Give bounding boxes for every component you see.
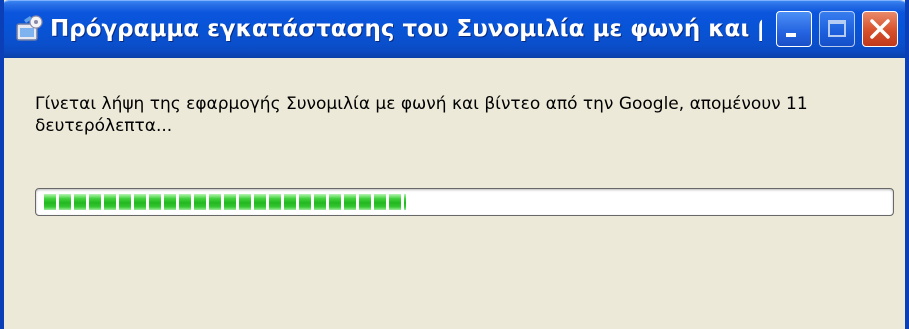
minimize-button[interactable] — [776, 11, 812, 47]
maximize-icon — [828, 20, 846, 37]
minimize-icon — [786, 33, 796, 37]
download-status-message: Γίνεται λήψη της εφαρμογής Συνομιλία με … — [35, 94, 808, 136]
maximize-button[interactable] — [819, 11, 855, 47]
close-button[interactable] — [862, 11, 898, 47]
title-bar[interactable]: Πρόγραμμα εγκατάστασης του Συνομιλία με … — [4, 0, 905, 58]
installer-setup-icon — [16, 15, 43, 41]
installer-window: Πρόγραμμα εγκατάστασης του Συνομιλία με … — [0, 0, 909, 329]
download-progress-bar — [35, 188, 894, 216]
dialog-content: Γίνεται λήψη της εφαρμογής Συνομιλία με … — [4, 58, 905, 329]
window-title: Πρόγραμμα εγκατάστασης του Συνομιλία με … — [50, 16, 762, 42]
close-icon — [870, 19, 890, 39]
progress-fill — [44, 194, 406, 210]
